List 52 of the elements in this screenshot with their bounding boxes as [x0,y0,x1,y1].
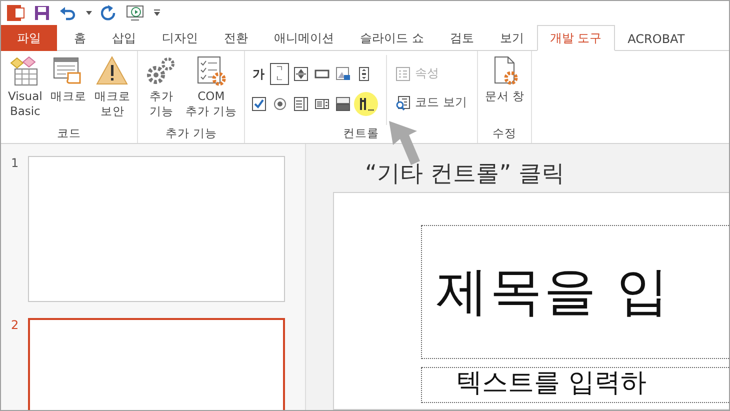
com-button[interactable]: COM 추가 기능 [182,55,240,125]
image-control-icon [334,66,350,82]
scroll-bar-icon [358,66,370,82]
tools-icon [358,96,374,112]
ribbon-tab[interactable]: 검토 [436,25,487,51]
macro-button[interactable]: 매크로 [47,55,90,125]
ribbon-tab[interactable]: 보기 [486,25,537,51]
spin-button-icon [292,66,308,82]
ribbon-tab[interactable]: 디자인 [149,25,211,51]
highlighted-control-button[interactable] [354,92,378,116]
ribbon-tab[interactable]: 전환 [211,25,261,51]
docpane-button[interactable]: 문서 창 [482,55,528,125]
redo-icon[interactable] [101,5,117,21]
slide-thumbnail[interactable] [28,156,285,302]
file-tab[interactable]: 파일 [1,25,57,51]
control-button[interactable]: 가 [249,63,268,85]
caret-icon[interactable] [86,11,92,15]
slideshow-icon[interactable] [126,4,144,22]
ribbon-tab[interactable]: 삽입 [99,25,149,51]
slide-number: 2 [11,318,20,334]
undo-icon[interactable] [59,5,77,21]
combo-box-icon [314,96,330,112]
group-label: 추가 기능 [165,125,217,142]
control-button[interactable]: ㄱㄴ [270,63,289,85]
viewcode-button[interactable]: 코드 보기 [395,92,467,113]
app-logo-icon [7,4,25,22]
ribbon-tab[interactable]: 애니메이션 [261,25,347,51]
save-icon[interactable] [34,5,50,21]
annotation-caption: “기타 컨트롤” 클릭 [364,160,566,189]
group-label: 코드 [57,125,82,142]
vb-button[interactable]: Visual Basic [5,55,46,125]
subtitle-placeholder[interactable]: 텍스트를 입력하 [421,367,729,403]
ribbon-tab[interactable]: 홈 [61,25,99,51]
radio-button-icon [272,96,288,112]
ribbon-tab[interactable]: ACROBAT [614,25,698,51]
customize-icon[interactable] [153,9,161,17]
title-placeholder[interactable]: 제목을 입 [421,225,729,359]
security-button[interactable]: 매크로 보안 [91,55,134,125]
group-label: 수정 [492,125,517,142]
properties-icon [395,66,411,82]
slide-number: 1 [11,156,20,172]
addins-button[interactable]: 추가 기능 [142,55,180,125]
ribbon-tab[interactable]: 슬라이드 쇼 [347,25,437,51]
checklist-gear-icon [195,55,228,87]
view-code-icon [395,94,411,110]
checkbox-icon [250,96,266,112]
warning-icon [96,55,128,87]
group-label: 컨트롤 [342,125,379,142]
list-box-icon [292,96,308,112]
gear-icon [145,55,178,87]
toggle-button-icon [334,96,350,112]
ribbon-tab[interactable]: 개발 도구 [536,25,615,51]
